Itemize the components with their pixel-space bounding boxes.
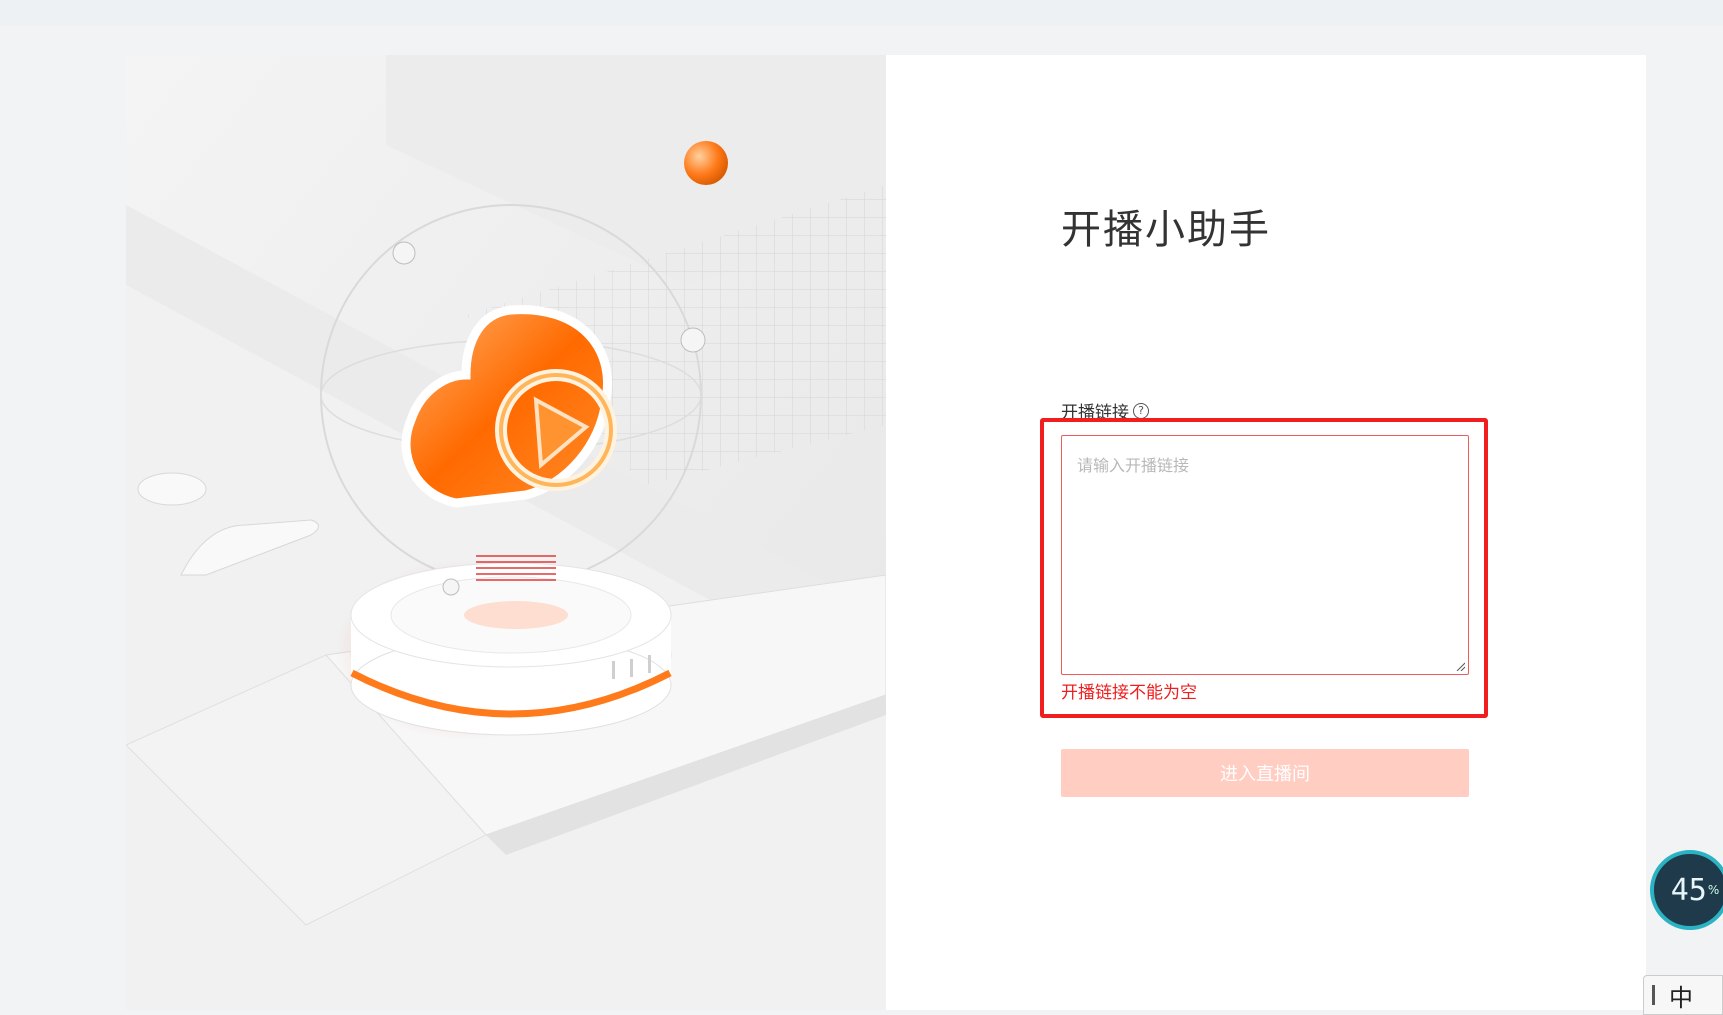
ime-indicator[interactable]: 中	[1643, 975, 1723, 1015]
progress-unit: %	[1707, 883, 1720, 897]
progress-value: 45	[1670, 872, 1707, 908]
ime-divider	[1652, 985, 1655, 1005]
form-pane: 开播小助手 开播链接 ? 开播链接不能为空 进入直播间	[886, 55, 1646, 1010]
progress-widget[interactable]: 45 %	[1650, 850, 1723, 930]
hero-illustration	[126, 55, 886, 1010]
browser-top-bar	[0, 0, 1723, 26]
link-error-message: 开播链接不能为空	[1061, 683, 1197, 703]
resize-handle-icon[interactable]	[1455, 661, 1465, 671]
help-icon[interactable]: ?	[1133, 402, 1149, 419]
page-title: 开播小助手	[1061, 207, 1271, 253]
link-input[interactable]	[1062, 436, 1468, 674]
ime-mode-label: 中	[1669, 983, 1693, 1012]
link-textarea-container	[1061, 435, 1469, 675]
login-card: 开播小助手 开播链接 ? 开播链接不能为空 进入直播间	[126, 55, 1646, 1010]
enter-live-room-button[interactable]: 进入直播间	[1061, 749, 1469, 797]
